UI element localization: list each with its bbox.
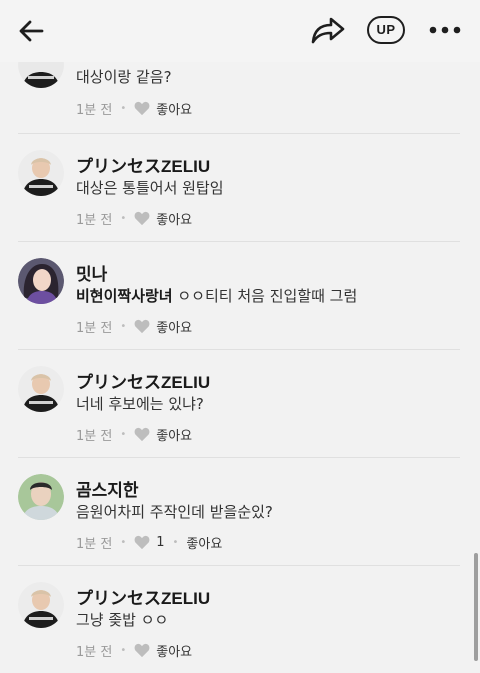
comment-item: プリンセスZELIU 너네 후보에는 있냐? 1분 전 • 좋아요 <box>0 350 480 458</box>
comment-time: 1분 전 <box>76 320 113 336</box>
separator-dot: • <box>120 428 127 440</box>
comment-text: 대상은 통틀어서 원탑임 <box>76 179 224 197</box>
heart-icon[interactable] <box>134 211 150 226</box>
comment-meta: 1분 전 • 좋아요 <box>76 316 192 336</box>
avatar[interactable] <box>18 150 64 196</box>
comment-author[interactable]: プリンセスZELIU <box>76 368 210 393</box>
comment-author[interactable]: 밋나 <box>76 260 107 285</box>
heart-icon[interactable] <box>134 427 150 442</box>
separator-dot: • <box>120 644 127 656</box>
comment-time: 1분 전 <box>76 536 113 552</box>
avatar[interactable] <box>18 258 64 304</box>
comment-item: プリンセスZELIU 대상은 통틀어서 원탑임 1분 전 • 좋아요 <box>0 134 480 242</box>
up-button[interactable]: UP <box>367 16 405 44</box>
comment-text: 그냥 좆밥 ㅇㅇ <box>76 611 169 629</box>
avatar[interactable] <box>18 474 64 520</box>
avatar[interactable] <box>18 582 64 628</box>
comment-time: 1분 전 <box>76 428 113 444</box>
comment-text: 너네 후보에는 있냐? <box>76 395 204 413</box>
avatar[interactable] <box>18 366 64 412</box>
like-count: 1 <box>156 534 165 550</box>
comment-time: 1분 전 <box>76 644 113 660</box>
separator-dot: • <box>120 536 127 548</box>
comment-text: 대상이랑 같음? <box>76 68 172 86</box>
heart-icon[interactable] <box>134 319 150 334</box>
comment-text: 비현이짝사랑녀 ㅇㅇ티티 처음 진입할때 그럼 <box>76 287 358 305</box>
comment-text: 음원어차피 주작인데 받을순있? <box>76 503 273 521</box>
heart-icon[interactable] <box>134 101 150 116</box>
more-icon[interactable] <box>428 18 462 42</box>
like-button[interactable]: 좋아요 <box>156 425 192 444</box>
top-bar: UP <box>0 0 480 62</box>
back-arrow-icon[interactable] <box>14 14 48 48</box>
comment-item: 밋나 비현이짝사랑녀 ㅇㅇ티티 처음 진입할때 그럼 1분 전 • 좋아요 <box>0 242 480 350</box>
separator-dot: • <box>120 320 127 332</box>
mention[interactable]: 비현이짝사랑녀 <box>76 287 173 305</box>
like-button[interactable]: 좋아요 <box>156 209 192 228</box>
heart-icon[interactable] <box>134 643 150 658</box>
like-button[interactable]: 좋아요 <box>186 533 222 552</box>
comment-item: 곰스지한 음원어차피 주작인데 받을순있? 1분 전 • 1 • 좋아요 <box>0 458 480 566</box>
comment-list: 대상이랑 같음? 1분 전 • 좋아요 プリンセスZELIU 대상은 통틀어서 … <box>0 0 480 673</box>
separator-dot: • <box>120 102 127 114</box>
comment-author[interactable]: プリンセスZELIU <box>76 584 210 609</box>
comment-meta: 1분 전 • 좋아요 <box>76 208 192 228</box>
comment-meta: 1분 전 • 좋아요 <box>76 640 192 660</box>
heart-icon[interactable] <box>134 535 150 550</box>
like-button[interactable]: 좋아요 <box>156 641 192 660</box>
comment-time: 1분 전 <box>76 102 113 118</box>
share-icon[interactable] <box>309 13 347 47</box>
comment-author[interactable]: プリンセスZELIU <box>76 152 210 177</box>
comment-time: 1분 전 <box>76 212 113 228</box>
comment-meta: 1분 전 • 좋아요 <box>76 98 192 118</box>
like-button[interactable]: 좋아요 <box>156 317 192 336</box>
separator-dot: • <box>172 536 179 548</box>
comment-meta: 1분 전 • 1 • 좋아요 <box>76 532 222 552</box>
comment-item: プリンセスZELIU 그냥 좆밥 ㅇㅇ 1분 전 • 좋아요 <box>0 566 480 673</box>
scrollbar[interactable] <box>474 553 478 661</box>
comment-meta: 1분 전 • 좋아요 <box>76 424 192 444</box>
comment-author[interactable]: 곰스지한 <box>76 476 139 501</box>
separator-dot: • <box>120 212 127 224</box>
like-button[interactable]: 좋아요 <box>156 99 192 118</box>
